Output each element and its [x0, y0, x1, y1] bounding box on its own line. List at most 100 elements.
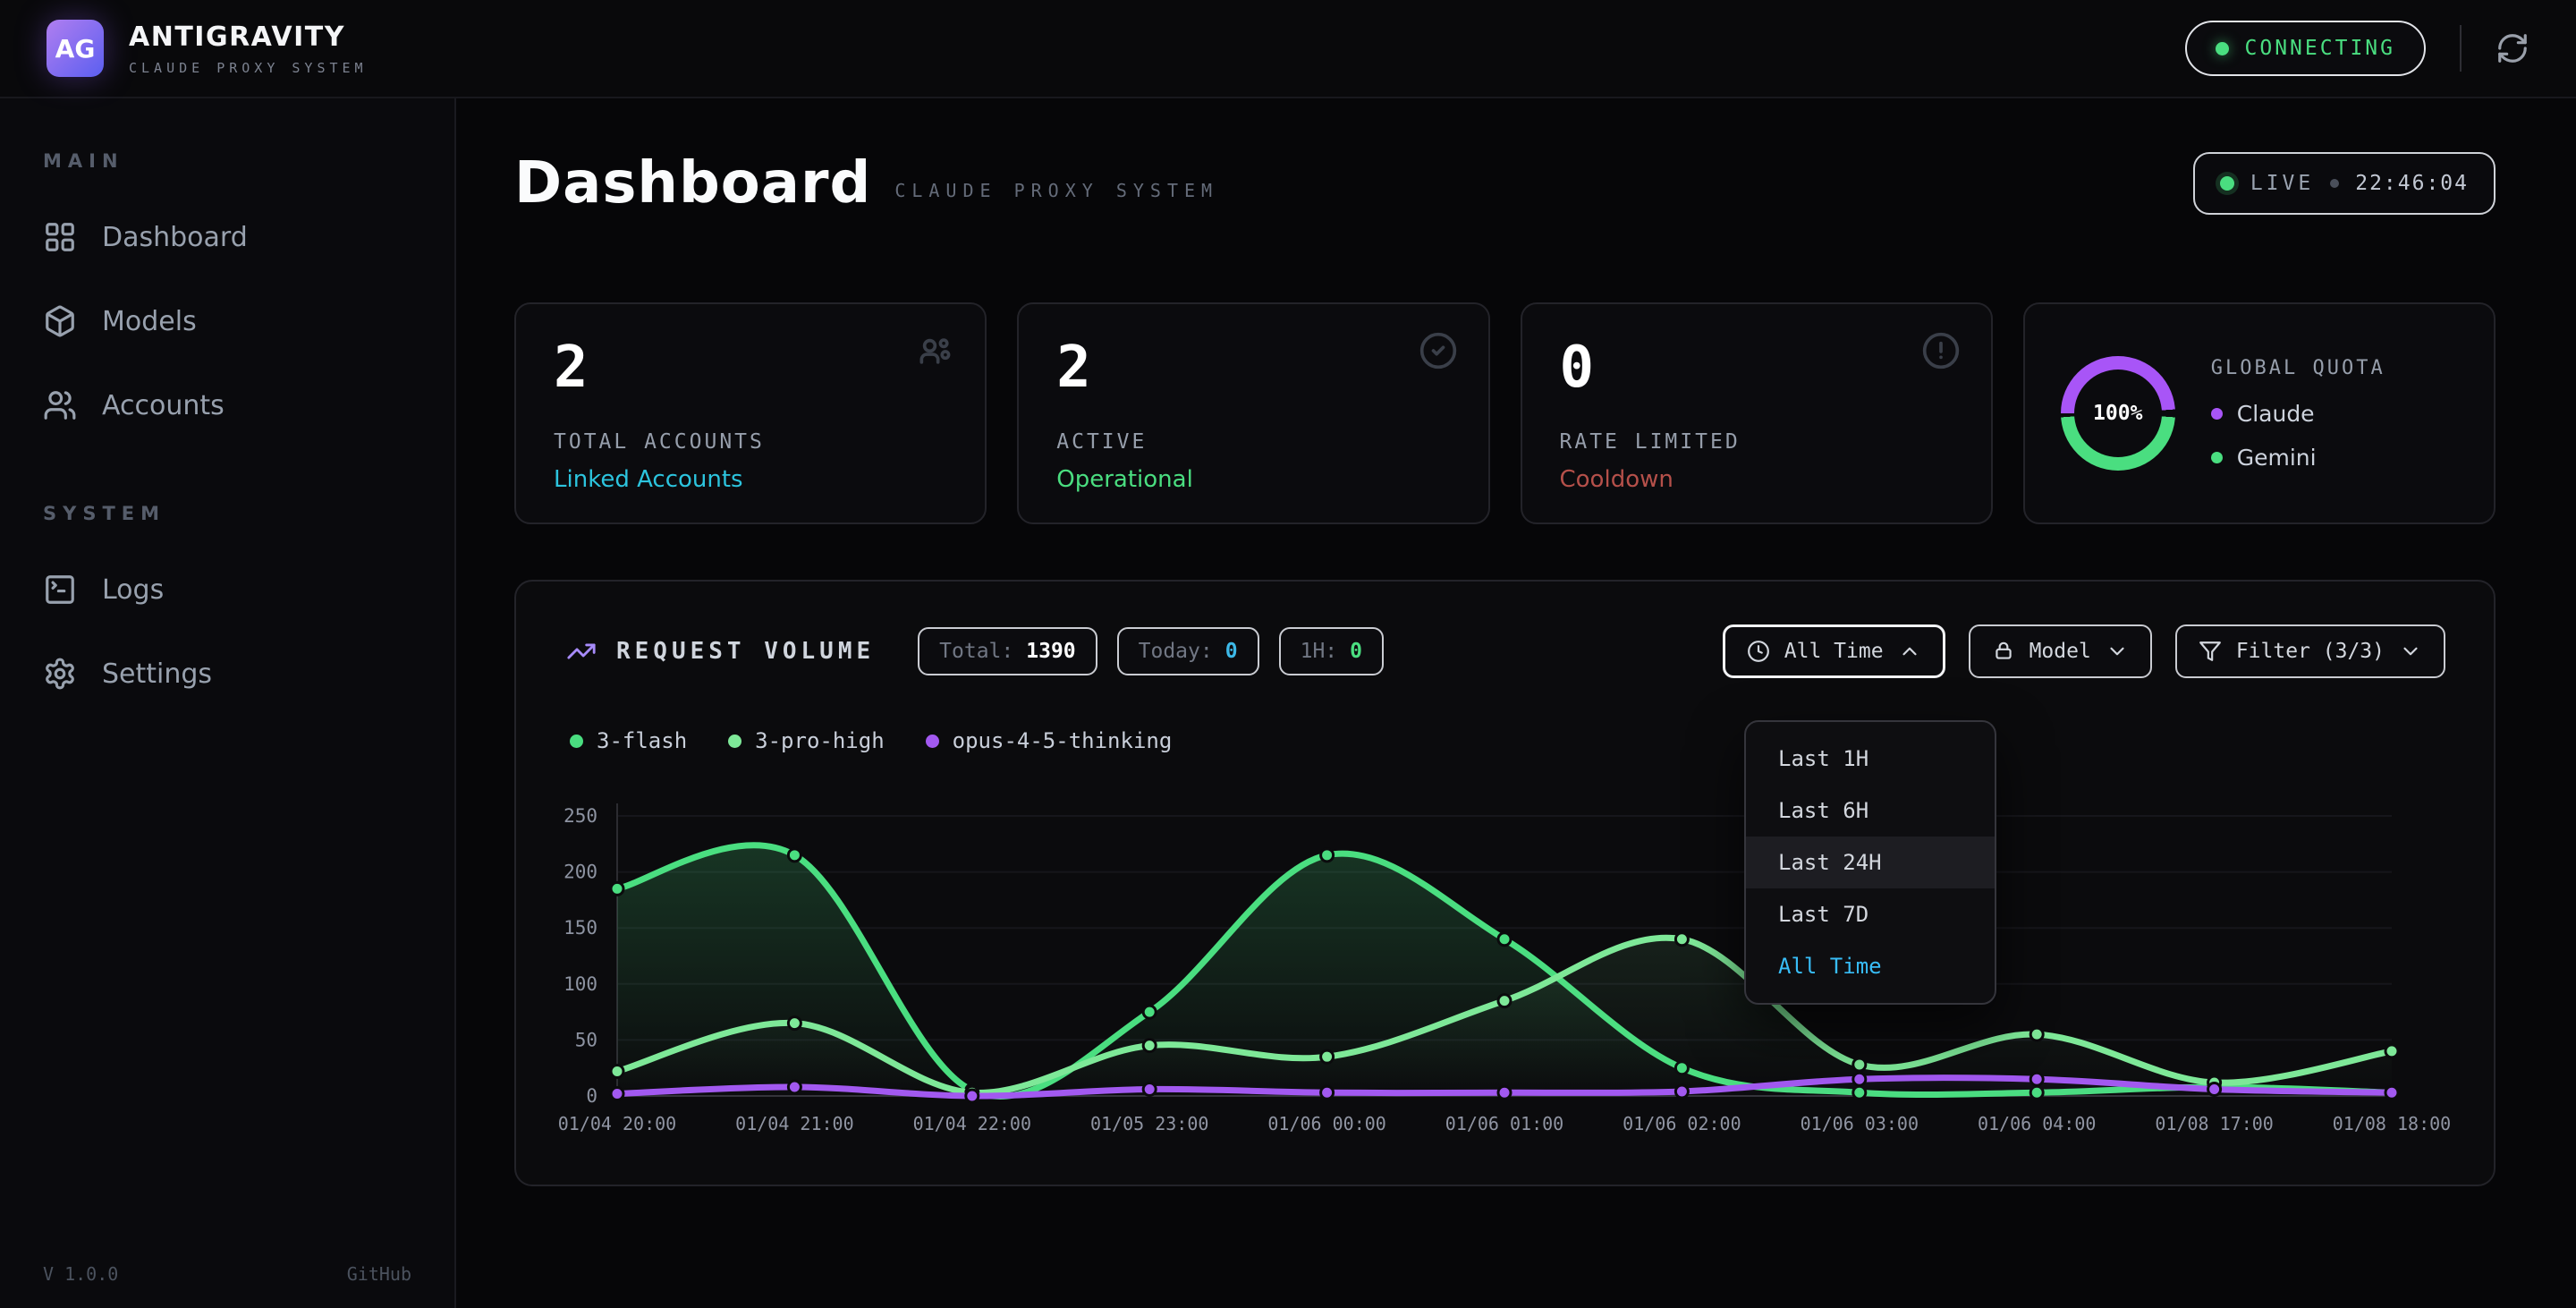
chart-controls: All Time Model Filter (3/3) — [1723, 624, 2445, 678]
gear-icon — [43, 657, 77, 691]
brand-block: ANTIGRAVITY CLAUDE PROXY SYSTEM — [129, 21, 368, 76]
request-volume-panel: REQUEST VOLUME Total: 1390 Today: 0 1H: … — [514, 580, 2496, 1186]
app-version: V 1.0.0 — [43, 1263, 118, 1285]
claude-dot-icon — [2211, 408, 2223, 420]
sidebar-section-system: SYSTEM — [43, 503, 454, 524]
quota-donut-chart: 100% — [2061, 356, 2175, 471]
time-range-button[interactable]: All Time — [1723, 624, 1945, 678]
funnel-icon — [2199, 640, 2222, 663]
sidebar-item-logs[interactable]: Logs — [0, 548, 454, 632]
check-circle-icon — [1419, 331, 1458, 374]
stat-chips: Total: 1390 Today: 0 1H: 0 — [918, 627, 1384, 675]
stat-card-rate-limited: 0 RATE LIMITED Cooldown — [1521, 302, 1993, 524]
quota-item-claude: Claude — [2211, 401, 2385, 427]
sidebar: MAIN Dashboard Models Accounts SYSTEM Lo… — [0, 98, 456, 1308]
quota-item-label: Gemini — [2237, 445, 2317, 471]
svg-text:01/08 18:00: 01/08 18:00 — [2333, 1113, 2451, 1134]
dropdown-item-last-1h[interactable]: Last 1H — [1746, 733, 1995, 785]
sidebar-item-dashboard[interactable]: Dashboard — [0, 195, 454, 279]
stats-row: 2 TOTAL ACCOUNTS Linked Accounts 2 ACTIV… — [514, 302, 2496, 524]
sidebar-section-main: MAIN — [43, 150, 454, 172]
quota-label: GLOBAL QUOTA — [2211, 357, 2385, 379]
app-logo: AG — [47, 20, 104, 77]
stat-label: ACTIVE — [1056, 430, 1450, 454]
legend-label: 3-flash — [597, 728, 687, 753]
chevron-up-icon — [1898, 640, 1921, 663]
header-divider — [2460, 25, 2462, 72]
chevron-down-icon — [2106, 640, 2129, 663]
quota-percent: 100% — [2093, 402, 2142, 425]
stat-label: TOTAL ACCOUNTS — [554, 430, 947, 454]
sidebar-item-accounts[interactable]: Accounts — [0, 363, 454, 447]
users-icon — [915, 331, 954, 374]
clock-icon — [1747, 640, 1770, 663]
refresh-button[interactable] — [2496, 31, 2529, 65]
sidebar-item-label: Models — [102, 306, 197, 337]
sidebar-footer: V 1.0.0 GitHub — [43, 1263, 411, 1285]
terminal-icon — [43, 573, 77, 607]
legend-item-opus[interactable]: opus-4-5-thinking — [926, 728, 1173, 753]
live-dot-icon — [2220, 176, 2234, 191]
dot-separator-icon — [2330, 179, 2339, 188]
quota-item-gemini: Gemini — [2211, 445, 2385, 471]
one-hour-chip: 1H: 0 — [1279, 627, 1384, 675]
svg-text:01/06 03:00: 01/06 03:00 — [1801, 1113, 1919, 1134]
brand-title: ANTIGRAVITY — [129, 21, 368, 53]
sidebar-item-label: Dashboard — [102, 222, 248, 253]
stat-label: RATE LIMITED — [1560, 430, 1953, 454]
main-content: Dashboard CLAUDE PROXY SYSTEM LIVE 22:46… — [456, 98, 2576, 1308]
dropdown-item-last-6h[interactable]: Last 6H — [1746, 785, 1995, 837]
request-volume-chart: 05010015020025001/04 20:0001/04 21:0001/… — [534, 786, 2466, 1143]
status-text: CONNECTING — [2245, 37, 2395, 60]
dropdown-item-last-24h[interactable]: Last 24H — [1746, 837, 1995, 888]
legend-item-3-flash[interactable]: 3-flash — [570, 728, 687, 753]
users-icon — [43, 388, 77, 422]
cube-icon — [43, 304, 77, 338]
live-label: LIVE — [2250, 172, 2314, 195]
brand-tagline: CLAUDE PROXY SYSTEM — [129, 60, 368, 76]
stat-card-global-quota: 100% GLOBAL QUOTA Claude Gemini — [2023, 302, 2496, 524]
github-link[interactable]: GitHub — [347, 1263, 411, 1285]
legend-label: opus-4-5-thinking — [953, 728, 1173, 753]
sidebar-item-label: Logs — [102, 574, 164, 606]
stat-sub: Cooldown — [1560, 466, 1953, 493]
sidebar-item-label: Settings — [102, 658, 212, 690]
dropdown-item-all-time[interactable]: All Time — [1746, 940, 1995, 992]
stat-sub: Operational — [1056, 466, 1450, 493]
dropdown-item-last-7d[interactable]: Last 7D — [1746, 888, 1995, 940]
model-filter-button[interactable]: Model — [1969, 624, 2152, 678]
stat-card-total-accounts: 2 TOTAL ACCOUNTS Linked Accounts — [514, 302, 987, 524]
svg-text:50: 50 — [575, 1029, 597, 1050]
panel-header: REQUEST VOLUME Total: 1390 Today: 0 1H: … — [566, 624, 2445, 678]
chevron-down-icon — [2399, 640, 2422, 663]
svg-text:01/05 23:00: 01/05 23:00 — [1090, 1113, 1208, 1134]
time-range-dropdown: Last 1H Last 6H Last 24H Last 7D All Tim… — [1744, 720, 1996, 1005]
svg-text:01/06 01:00: 01/06 01:00 — [1445, 1113, 1563, 1134]
app-header: AG ANTIGRAVITY CLAUDE PROXY SYSTEM CONNE… — [0, 0, 2576, 98]
total-chip: Total: 1390 — [918, 627, 1097, 675]
sidebar-item-models[interactable]: Models — [0, 279, 454, 363]
svg-text:150: 150 — [564, 917, 597, 939]
today-chip: Today: 0 — [1117, 627, 1259, 675]
quota-item-label: Claude — [2237, 401, 2315, 427]
page-header: Dashboard CLAUDE PROXY SYSTEM LIVE 22:46… — [514, 150, 2496, 217]
stat-value: 2 — [1056, 338, 1450, 398]
chart-legend: 3-flash 3-pro-high opus-4-5-thinking — [570, 728, 1172, 753]
sidebar-item-settings[interactable]: Settings — [0, 632, 454, 716]
svg-text:01/06 00:00: 01/06 00:00 — [1267, 1113, 1385, 1134]
filter-button[interactable]: Filter (3/3) — [2175, 624, 2445, 678]
svg-text:01/04 22:00: 01/04 22:00 — [913, 1113, 1031, 1134]
svg-text:01/06 04:00: 01/06 04:00 — [1978, 1113, 2096, 1134]
stat-value: 0 — [1560, 338, 1953, 398]
live-badge: LIVE 22:46:04 — [2193, 152, 2496, 215]
svg-text:200: 200 — [564, 862, 597, 883]
lock-icon — [1992, 640, 2015, 663]
stat-value: 2 — [554, 338, 947, 398]
live-clock: 22:46:04 — [2355, 172, 2469, 195]
legend-label: 3-pro-high — [755, 728, 885, 753]
svg-text:01/04 21:00: 01/04 21:00 — [735, 1113, 853, 1134]
stat-card-active: 2 ACTIVE Operational — [1017, 302, 1489, 524]
refresh-icon — [2496, 31, 2529, 65]
legend-item-3-pro-high[interactable]: 3-pro-high — [728, 728, 885, 753]
svg-text:100: 100 — [564, 973, 597, 995]
